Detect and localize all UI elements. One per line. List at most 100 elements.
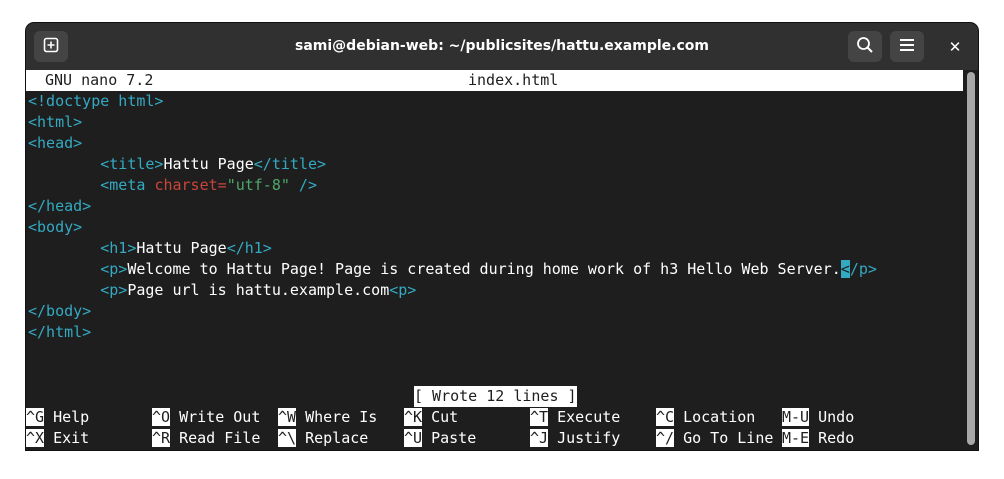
code-text: Hattu Page <box>163 155 254 173</box>
code-tag: <meta <box>100 176 155 194</box>
code-line-1: <!doctype html> <box>28 91 163 112</box>
text-cursor: < <box>840 260 850 278</box>
search-icon <box>856 36 874 58</box>
shortcut-label: Write Out <box>179 408 261 426</box>
code-line-4: <title>Hattu Page</title> <box>28 154 326 175</box>
close-button[interactable]: ✕ <box>938 31 972 62</box>
shortcut-label: Replace <box>305 429 369 447</box>
code-tag: <body> <box>28 218 83 236</box>
shortcut-read-file[interactable]: ^R Read File <box>152 428 260 449</box>
shortcut-go-to-line[interactable]: ^/ Go To Line <box>656 428 773 449</box>
code-tag: <p> <box>100 281 128 299</box>
shortcut-key: ^T <box>530 408 549 426</box>
shortcut-key: ^W <box>278 408 297 426</box>
shortcut-label: Justify <box>557 429 621 447</box>
code-tag: </body> <box>28 302 92 320</box>
close-icon: ✕ <box>948 37 962 56</box>
shortcut-redo[interactable]: M-E Redo <box>782 428 854 449</box>
code-line-9: <p>Welcome to Hattu Page! Page is create… <box>28 259 877 280</box>
shortcut-label: Exit <box>53 429 90 447</box>
shortcut-location[interactable]: ^C Location <box>656 407 755 428</box>
code-line-8: <h1>Hattu Page</h1> <box>28 238 272 259</box>
status-message: [ Wrote 12 lines ] <box>414 386 577 407</box>
shortcut-key: ^O <box>152 408 171 426</box>
code-line-5: <meta charset="utf-8" /> <box>28 175 317 196</box>
shortcut-write-out[interactable]: ^O Write Out <box>152 407 260 428</box>
code-tag: <h1> <box>100 239 137 257</box>
code-tag: </h1> <box>226 239 272 257</box>
shortcut-cut[interactable]: ^K Cut <box>404 407 458 428</box>
window-title: sami@debian-web: ~/publicsites/hattu.exa… <box>295 38 709 54</box>
code-tag: <!doctype html> <box>28 92 164 110</box>
code-line-6: </head> <box>28 196 91 217</box>
shortcut-replace[interactable]: ^\ Replace <box>278 428 368 449</box>
shortcut-execute[interactable]: ^T Execute <box>530 407 620 428</box>
shortcut-key: ^R <box>152 429 171 447</box>
shortcut-label: Where Is <box>305 408 378 426</box>
shortcut-key: ^X <box>26 429 45 447</box>
code-attribute: charset= <box>154 176 227 194</box>
code-tag: /> <box>289 176 317 194</box>
terminal-area[interactable]: GNU nano 7.2 index.html <!doctype html> … <box>26 70 963 450</box>
code-line-2: <html> <box>28 112 82 133</box>
file-name: index.html <box>468 71 559 89</box>
shortcut-label: Cut <box>431 408 459 426</box>
shortcut-paste[interactable]: ^U Paste <box>404 428 476 449</box>
scrollbar[interactable] <box>963 70 978 450</box>
scrollbar-thumb[interactable] <box>967 72 975 445</box>
code-line-3: <head> <box>28 133 82 154</box>
code-line-10: <p>Page url is hattu.example.com<p> <box>28 280 416 301</box>
shortcut-where-is[interactable]: ^W Where Is <box>278 407 377 428</box>
shortcut-help[interactable]: ^G Help <box>26 407 89 428</box>
code-tag: <p> <box>100 260 128 278</box>
shortcut-key: ^/ <box>656 429 675 447</box>
shortcut-key: ^\ <box>278 429 297 447</box>
shortcut-label: Go To Line <box>683 429 774 447</box>
new-tab-button[interactable] <box>34 31 68 62</box>
shortcut-label: Redo <box>818 429 855 447</box>
shortcut-justify[interactable]: ^J Justify <box>530 428 620 449</box>
code-tag: <title> <box>100 155 164 173</box>
code-tag: <html> <box>28 113 83 131</box>
code-string: "utf-8" <box>226 176 290 194</box>
shortcut-key: M-U <box>782 408 810 426</box>
nano-header: GNU nano 7.2 index.html <box>26 70 963 91</box>
shortcut-key: ^J <box>530 429 549 447</box>
nano-version: GNU nano 7.2 <box>45 71 154 89</box>
code-line-11: </body> <box>28 301 91 322</box>
code-line-12: </html> <box>28 322 91 343</box>
hamburger-menu-icon <box>899 37 915 56</box>
code-tag: /p> <box>849 260 877 278</box>
shortcut-key: ^G <box>26 408 45 426</box>
shortcut-label: Location <box>683 408 756 426</box>
new-tab-icon <box>43 37 59 57</box>
code-text: Hattu Page <box>136 239 227 257</box>
code-tag: </head> <box>28 197 92 215</box>
code-text: Welcome to Hattu Page! Page is created d… <box>127 260 841 278</box>
shortcut-label: Execute <box>557 408 621 426</box>
code-tag: <head> <box>28 134 83 152</box>
menu-button[interactable] <box>890 31 924 62</box>
shortcut-key: M-E <box>782 429 810 447</box>
titlebar: sami@debian-web: ~/publicsites/hattu.exa… <box>26 23 978 70</box>
shortcut-undo[interactable]: M-U Undo <box>782 407 854 428</box>
code-line-7: <body> <box>28 217 82 238</box>
code-tag: </html> <box>28 323 92 341</box>
shortcut-exit[interactable]: ^X Exit <box>26 428 89 449</box>
terminal-window: sami@debian-web: ~/publicsites/hattu.exa… <box>26 23 978 450</box>
shortcut-key: ^K <box>404 408 423 426</box>
code-tag: <p> <box>389 281 417 299</box>
shortcut-key: ^C <box>656 408 675 426</box>
shortcut-label: Read File <box>179 429 261 447</box>
code-text: Page url is hattu.example.com <box>127 281 390 299</box>
shortcut-label: Help <box>53 408 90 426</box>
shortcut-key: ^U <box>404 429 423 447</box>
code-tag: </title> <box>253 155 327 173</box>
shortcut-label: Paste <box>431 429 477 447</box>
search-button[interactable] <box>848 31 882 62</box>
shortcut-label: Undo <box>818 408 855 426</box>
